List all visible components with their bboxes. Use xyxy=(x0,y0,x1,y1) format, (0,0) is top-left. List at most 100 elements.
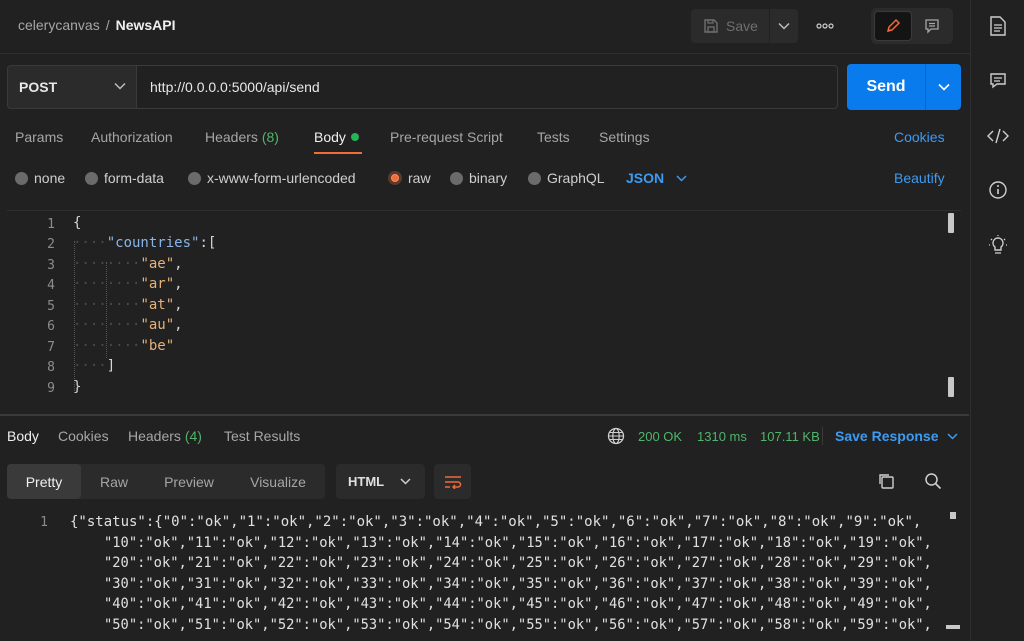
radio-label: none xyxy=(34,170,66,186)
response-size[interactable]: 107.11 KB xyxy=(760,429,820,444)
body-language-select[interactable]: JSON xyxy=(626,170,687,186)
pencil-icon xyxy=(886,18,901,33)
radio-button[interactable] xyxy=(85,171,98,185)
response-pane-divider[interactable] xyxy=(0,414,969,416)
line-number: 5 xyxy=(47,299,55,314)
tab-authorization[interactable]: Authorization xyxy=(91,129,173,145)
response-time[interactable]: 1310 ms xyxy=(697,429,747,444)
tab-tests[interactable]: Tests xyxy=(537,129,570,145)
response-scrollbar-marker[interactable] xyxy=(946,625,960,629)
send-button[interactable]: Send xyxy=(847,64,925,110)
save-icon xyxy=(704,19,718,33)
editor-scrollbar-marker[interactable] xyxy=(948,377,954,397)
radio-button[interactable] xyxy=(15,171,28,185)
method-select[interactable]: POST xyxy=(7,65,137,109)
body-type-raw[interactable]: raw xyxy=(388,170,431,186)
radio-button[interactable] xyxy=(528,171,541,185)
line-number: 3 xyxy=(47,258,55,273)
tab-body-label: Body xyxy=(314,129,346,145)
beautify-link[interactable]: Beautify xyxy=(894,170,945,186)
response-tab-headers-count: (4) xyxy=(184,428,202,444)
radio-label: binary xyxy=(469,170,508,186)
send-options-button[interactable] xyxy=(925,64,961,110)
tab-params[interactable]: Params xyxy=(15,129,63,145)
breadcrumb-separator: / xyxy=(105,17,110,33)
radio-label: form-data xyxy=(104,170,164,186)
radio-label: x-www-form-urlencoded xyxy=(207,170,356,186)
status-code[interactable]: 200 OK xyxy=(638,429,682,444)
wrap-lines-button[interactable] xyxy=(434,464,471,499)
code-snippet-button[interactable] xyxy=(987,125,1009,147)
response-tab-cookies[interactable]: Cookies xyxy=(58,428,109,444)
json-string: "ar" xyxy=(140,276,175,292)
tab-body[interactable]: Body xyxy=(314,129,359,145)
json-comma: , xyxy=(174,256,183,272)
save-button[interactable]: Save xyxy=(691,9,769,43)
tab-settings[interactable]: Settings xyxy=(599,129,650,145)
response-tab-headers[interactable]: Headers (4) xyxy=(128,428,202,444)
response-format-tabs: Pretty Raw Preview Visualize xyxy=(7,464,325,499)
line-number: 9 xyxy=(47,381,55,396)
response-line: "50":"ok","51":"ok","52":"ok","53":"ok",… xyxy=(104,617,932,633)
comment-mode-button[interactable] xyxy=(914,11,950,41)
line-number: 2 xyxy=(47,237,55,252)
format-visualize[interactable]: Visualize xyxy=(231,464,325,499)
radio-button[interactable] xyxy=(188,171,201,185)
workspace-name[interactable]: celerycanvas xyxy=(18,17,100,33)
editor-scrollbar-thumb[interactable] xyxy=(948,213,954,233)
tab-prerequest-script[interactable]: Pre-request Script xyxy=(390,129,503,145)
info-button[interactable] xyxy=(987,179,1009,201)
documentation-button[interactable] xyxy=(987,15,1009,37)
globe-icon[interactable] xyxy=(607,427,625,445)
search-icon[interactable] xyxy=(924,472,942,490)
code-icon xyxy=(987,128,1009,144)
response-tab-test-results[interactable]: Test Results xyxy=(224,428,300,444)
code-line-8: ····] xyxy=(73,358,116,374)
divider xyxy=(822,427,823,445)
more-actions-button[interactable] xyxy=(808,12,842,40)
line-number: 1 xyxy=(40,515,48,530)
info-icon xyxy=(989,181,1007,199)
edit-mode-button[interactable] xyxy=(874,11,912,41)
comment-icon xyxy=(925,19,939,34)
body-type-graphql[interactable]: GraphQL xyxy=(528,170,605,186)
tab-headers[interactable]: Headers (8) xyxy=(205,129,279,145)
copy-icon[interactable] xyxy=(877,472,895,490)
url-input[interactable] xyxy=(137,65,838,109)
body-type-urlencoded[interactable]: x-www-form-urlencoded xyxy=(188,170,356,186)
response-tab-body[interactable]: Body xyxy=(7,428,39,444)
json-comma: , xyxy=(174,297,183,313)
response-line: "10":"ok","11":"ok","12":"ok","13":"ok",… xyxy=(104,535,932,551)
json-comma: , xyxy=(174,317,183,333)
body-editor[interactable]: 1 2 3 4 5 6 7 8 9 { ····"countries":[ ··… xyxy=(7,210,961,410)
save-response-button[interactable]: Save Response xyxy=(835,428,958,444)
format-preview[interactable]: Preview xyxy=(147,464,231,499)
related-collections-button[interactable] xyxy=(987,234,1009,256)
cookies-link[interactable]: Cookies xyxy=(894,129,945,145)
code-line-7: ········"be" xyxy=(73,338,175,354)
radio-label: raw xyxy=(408,170,431,186)
json-punct: ] xyxy=(106,358,116,374)
code-line-3: ········"ae", xyxy=(73,256,183,272)
lightbulb-icon xyxy=(989,235,1007,254)
save-options-button[interactable] xyxy=(770,9,798,43)
response-language-select[interactable]: HTML xyxy=(336,464,425,499)
line-number: 4 xyxy=(47,278,55,293)
radio-button-selected[interactable] xyxy=(388,171,402,185)
body-type-form-data[interactable]: form-data xyxy=(85,170,164,186)
comments-panel-button[interactable] xyxy=(987,70,1009,92)
code-line-6: ········"au", xyxy=(73,317,183,333)
body-type-binary[interactable]: binary xyxy=(450,170,507,186)
format-pretty[interactable]: Pretty xyxy=(7,464,81,499)
response-language-value: HTML xyxy=(348,474,385,489)
format-raw[interactable]: Raw xyxy=(81,464,147,499)
response-scrollbar-thumb[interactable] xyxy=(950,512,956,519)
body-type-none[interactable]: none xyxy=(15,170,65,186)
json-key: "countries" xyxy=(106,235,200,251)
request-name[interactable]: NewsAPI xyxy=(116,17,176,33)
chevron-down-icon xyxy=(400,478,411,485)
radio-button[interactable] xyxy=(450,171,463,185)
comments-icon xyxy=(990,73,1006,89)
more-dots-icon xyxy=(816,23,834,29)
breadcrumb: celerycanvas / NewsAPI xyxy=(18,17,176,33)
